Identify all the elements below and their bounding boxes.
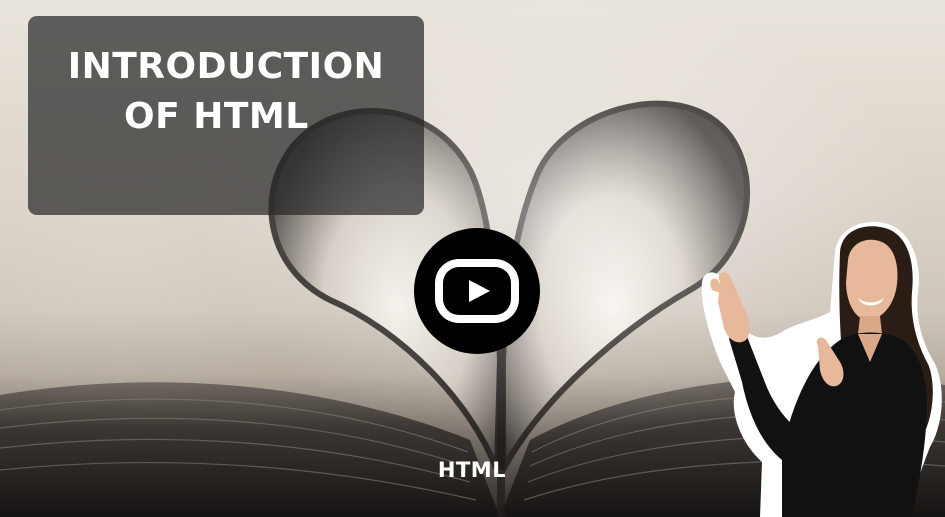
video-thumbnail[interactable]: INTRODUCTION OF HTML HTML <box>0 0 945 517</box>
title-line-2: OF HTML <box>124 96 309 137</box>
play-button-icon <box>414 228 540 354</box>
title-line-1: INTRODUCTION <box>67 46 385 87</box>
title-card: INTRODUCTION OF HTML <box>28 16 424 215</box>
play-button[interactable] <box>413 227 541 355</box>
caption-label: HTML <box>437 458 507 482</box>
presenter-illustration <box>701 221 942 517</box>
